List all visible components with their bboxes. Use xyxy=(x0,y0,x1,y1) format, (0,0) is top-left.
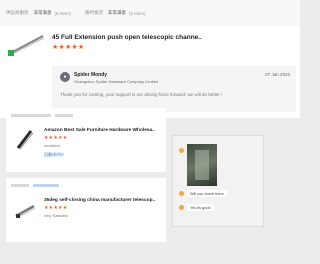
star-rating: ★★★★★ xyxy=(44,135,68,141)
chat-avatar-dot xyxy=(179,205,184,210)
ratings-bar: 供应商服务 非常满意 (5 stars) 按时发货 非常满意 (5 stars) xyxy=(0,0,300,26)
chat-photo xyxy=(187,144,217,186)
chat-avatar-dot xyxy=(179,148,184,153)
review-status: excellent xyxy=(44,143,60,148)
review-card-35deg: 35deg self-closing china manufacturer te… xyxy=(6,178,166,242)
package-shape xyxy=(195,150,209,180)
chat-bubble: Yes its good xyxy=(187,204,214,211)
supplier-reply: ● Spider Mondy Guangzhou Spider Hardware… xyxy=(52,66,296,112)
rating-label: 供应商服务 xyxy=(6,10,29,15)
blurred-text xyxy=(11,183,29,187)
star-rating: ★★★★★ xyxy=(44,205,68,211)
review-card: 45 Full Extension push open telescopic c… xyxy=(0,26,300,118)
product-thumbnail[interactable] xyxy=(14,128,36,152)
reply-company: Guangzhou Spider Hardware Company Limite… xyxy=(74,79,159,84)
chat-avatar-dot xyxy=(179,191,184,196)
rating-value: 非常满意 xyxy=(33,10,52,15)
product-title[interactable]: Amazon Best Sale Furniture Hardware Whol… xyxy=(44,128,155,133)
rating-supplier-service: 供应商服务 非常满意 (5 stars) xyxy=(6,10,71,16)
product-thumbnail[interactable] xyxy=(14,198,36,222)
reply-date: 07 Jan 2023 xyxy=(265,72,290,77)
rating-label: 按时发货 xyxy=(85,10,104,15)
rating-on-time-delivery: 按时发货 非常满意 (5 stars) xyxy=(85,10,146,16)
avatar: ● xyxy=(60,72,70,82)
rating-count: (5 stars) xyxy=(129,10,146,16)
chat-screenshot[interactable]: Will you check them Yes its good xyxy=(172,135,264,227)
reply-text: Thank you for coming, your support is ou… xyxy=(60,92,223,97)
translate-review-link[interactable]: 回翻译评价 xyxy=(44,152,64,158)
product-title[interactable]: 35deg self-closing china manufacturer te… xyxy=(44,198,155,203)
blurred-text xyxy=(11,113,51,117)
product-thumbnail[interactable] xyxy=(6,32,46,58)
chat-bubble: Will you check them xyxy=(187,190,227,197)
product-title[interactable]: 45 Full Extension push open telescopic c… xyxy=(52,34,202,41)
card-header xyxy=(11,113,73,117)
rating-count: (5 stars) xyxy=(54,10,72,16)
reply-author-name: Spider Mondy xyxy=(74,72,108,78)
rating-value: 非常满意 xyxy=(108,10,127,15)
review-card-amazon: Amazon Best Sale Furniture Hardware Whol… xyxy=(6,108,166,172)
review-status: very Satisfied xyxy=(44,213,69,218)
blurred-text xyxy=(33,183,59,187)
star-rating: ★★★★★ xyxy=(52,44,85,51)
blurred-text xyxy=(55,113,73,117)
card-header xyxy=(11,183,59,187)
